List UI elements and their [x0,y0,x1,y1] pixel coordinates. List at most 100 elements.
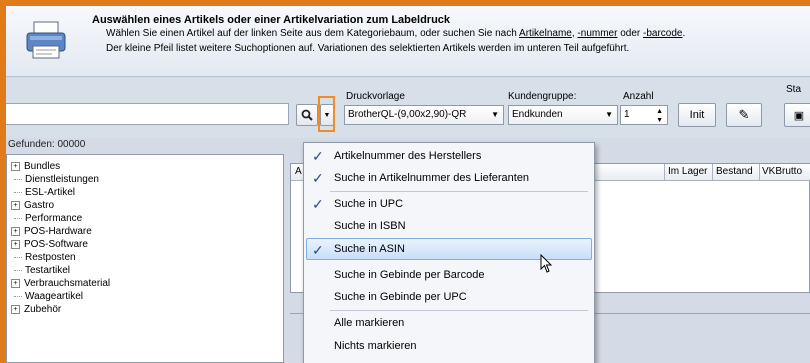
search-icon [301,109,313,121]
checkmark-icon: ✓ [312,196,324,212]
search-options-menu: ✓ Artikelnummer des Herstellers ✓ Suche in… [303,142,595,363]
expand-icon[interactable]: + [11,239,20,249]
menu-item-artikelnummer-hersteller[interactable]: ✓ Artikelnummer des Herstellers [306,145,592,167]
expand-icon[interactable]: + [11,304,20,314]
category-tree[interactable]: + Bundles Dienstleistungen ESL-Artikel + G… [6,154,284,363]
tree-item-label: Waageartikel [25,290,83,302]
tree-item-label: Performance [25,212,83,224]
checkmark-icon: ✓ [312,242,324,258]
tree-item-dienstleistungen[interactable]: Dienstleistungen [11,172,99,186]
tree-item-label: Dienstleistungen [25,173,99,185]
kundengruppe-select[interactable]: Endkunden ▼ [508,105,618,125]
link-nummer[interactable]: -nummer [577,28,617,39]
instructions-text-d: . [682,28,686,39]
chevron-down-icon: ▼ [605,110,613,119]
tree-item-label: Restposten [25,251,76,263]
header-instructions-1: Wählen Sie einen Artikel auf der linken … [106,28,685,39]
instructions-text-c: oder [617,28,644,39]
tree-item-label: Testartikel [25,264,71,276]
kundengruppe-value: Endkunden [512,109,563,120]
column-header-a[interactable]: A [295,166,302,177]
menu-item-nichts-markieren[interactable]: Nichts markieren [306,335,592,357]
header-instructions-2: Der kleine Pfeil listet weitere Suchopti… [106,43,630,54]
tree-item-restposten[interactable]: Restposten [11,250,76,264]
tree-item-performance[interactable]: Performance [11,211,82,225]
link-artikelname[interactable]: Artikelname [519,28,572,39]
chevron-down-icon: ▼ [491,110,499,119]
sta-label: Sta [786,84,802,95]
druckvorlage-value: BrotherQL-(9,00x2,90)-QR [348,109,467,120]
menu-item-label: Suche in ISBN [334,220,406,232]
mouse-cursor-icon [540,254,553,273]
menu-item-upc[interactable]: ✓ Suche in UPC [306,193,592,215]
menu-item-label: Suche in Gebinde per Barcode [334,269,485,281]
search-button[interactable] [296,104,318,126]
tree-item-pos-hardware[interactable]: + POS-Hardware [11,224,92,238]
kundengruppe-label: Kundengruppe: [508,91,577,102]
instructions-text-a: Wählen Sie einen Artikel auf der linken … [106,28,520,39]
tree-line-icon [14,217,22,219]
search-input[interactable] [6,103,289,125]
menu-item-isbn[interactable]: Suche in ISBN [306,215,592,237]
tree-item-zubehoer[interactable]: + Zubehör [11,302,61,316]
header-panel: Auswählen eines Artikels oder einer Arti… [6,6,810,77]
save-icon: ▣ [793,109,805,122]
anzahl-stepper[interactable]: 1 ▲ ▼ [620,105,668,125]
toolbar: ▼ Druckvorlage BrotherQL-(9,00x2,90)-QR … [6,78,810,150]
menu-item-alle-markieren[interactable]: Alle markieren [306,312,592,334]
tree-item-label: Bundles [24,160,61,172]
wand-icon: ✎ [738,107,750,122]
menu-item-label: Nichts markieren [334,340,417,352]
column-header-im-lager[interactable]: Im Lager [668,166,707,177]
expand-icon[interactable]: + [11,226,20,236]
printer-icon [26,21,66,59]
tree-line-icon [14,178,22,180]
expand-icon[interactable]: + [11,200,20,210]
tree-item-gastro[interactable]: + Gastro [11,198,54,212]
menu-item-label: Suche in ASIN [334,243,405,255]
menu-separator [330,191,588,192]
tree-item-label: POS-Software [24,238,88,250]
tree-line-icon [14,295,22,297]
menu-item-label: Artikelnummer des Herstellers [334,150,482,162]
tree-item-esl-artikel[interactable]: ESL-Artikel [11,185,75,199]
menu-item-label: Suche in Gebinde per UPC [334,291,467,303]
save-button[interactable]: ▣ [784,103,810,127]
tree-item-verbrauchsmaterial[interactable]: + Verbrauchsmaterial [11,276,110,290]
menu-item-label: Suche in UPC [334,198,404,210]
column-divider[interactable] [759,164,760,180]
menu-item-artikelnummer-lieferant[interactable]: ✓ Suche in Artikelnummer des Lieferanten [306,167,592,189]
spinner-icon: ▲ ▼ [656,108,663,124]
column-header-bestand[interactable]: Bestand [716,166,753,177]
column-divider[interactable] [712,164,713,180]
edit-button[interactable]: ✎ [726,103,762,127]
column-header-vkbrutto[interactable]: VKBrutto [762,166,802,177]
druckvorlage-select[interactable]: BrotherQL-(9,00x2,90)-QR ▼ [344,105,504,125]
tree-line-icon [14,269,22,271]
expand-icon[interactable]: + [11,278,20,288]
link-barcode[interactable]: -barcode [643,28,682,39]
label-print-window: Auswählen eines Artikels oder einer Arti… [6,6,810,363]
menu-item-label: Suche in Artikelnummer des Lieferanten [334,172,530,184]
tree-item-label: Zubehör [24,303,62,315]
tree-item-pos-software[interactable]: + POS-Software [11,237,88,251]
tree-item-bundles[interactable]: + Bundles [11,159,60,173]
found-count: Gefunden: 00000 [8,139,86,150]
header-title: Auswählen eines Artikels oder einer Arti… [92,14,451,26]
init-button[interactable]: Init [678,103,716,127]
expand-icon[interactable]: + [11,161,20,171]
menu-item-gebinde-upc[interactable]: Suche in Gebinde per UPC [306,286,592,308]
tree-item-testartikel[interactable]: Testartikel [11,263,70,277]
anzahl-label: Anzahl [623,91,654,102]
tree-item-label: ESL-Artikel [25,186,76,198]
highlight-box [318,96,335,132]
tree-item-waageartikel[interactable]: Waageartikel [11,289,83,303]
column-divider[interactable] [664,164,665,180]
tree-item-label: Gastro [24,199,55,211]
checkmark-icon: ✓ [312,148,324,164]
tree-line-icon [14,191,22,193]
anzahl-value: 1 [624,109,630,120]
menu-separator [330,310,588,311]
checkmark-icon: ✓ [312,170,324,186]
tree-line-icon [14,256,22,258]
